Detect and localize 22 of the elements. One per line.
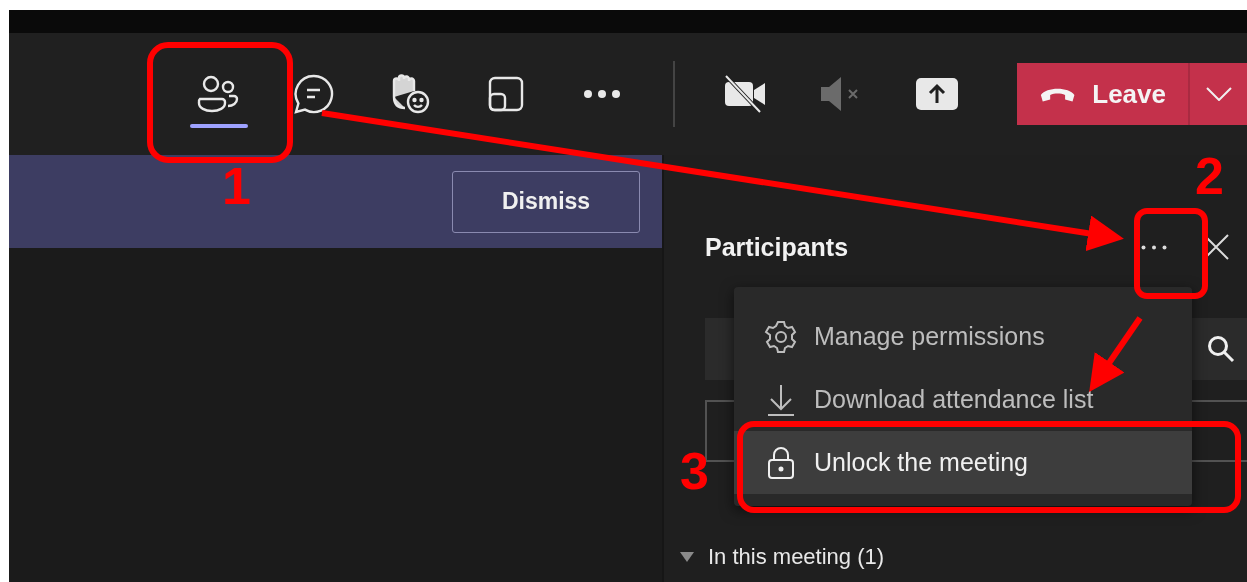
menu-item[interactable]: Unlock the meeting: [734, 431, 1192, 494]
view-icon: [487, 75, 525, 113]
chevron-down-icon: [1205, 87, 1232, 101]
menu-item[interactable]: Manage permissions: [734, 305, 1192, 368]
menu-item[interactable]: Download attendance list: [734, 368, 1192, 431]
ellipsis-icon: [1141, 244, 1167, 250]
chat-icon: [293, 73, 335, 115]
panel-title: Participants: [705, 232, 850, 262]
people-icon: [196, 75, 240, 113]
share-screen-icon: [916, 78, 958, 110]
section-header[interactable]: In this meeting (1): [708, 544, 885, 570]
step-number: 3: [680, 445, 709, 497]
search-icon: [1207, 335, 1235, 363]
step-number: 1: [222, 160, 251, 212]
dismiss-button[interactable]: Dismiss: [452, 170, 640, 233]
caret-icon[interactable]: [680, 552, 694, 562]
selected-indicator: [190, 124, 248, 128]
leave-button[interactable]: Leave: [1017, 63, 1188, 125]
camera-off-icon: [723, 74, 767, 114]
step-number: 2: [1195, 150, 1224, 202]
gear-icon: [764, 319, 798, 354]
more-icon: [584, 90, 620, 98]
